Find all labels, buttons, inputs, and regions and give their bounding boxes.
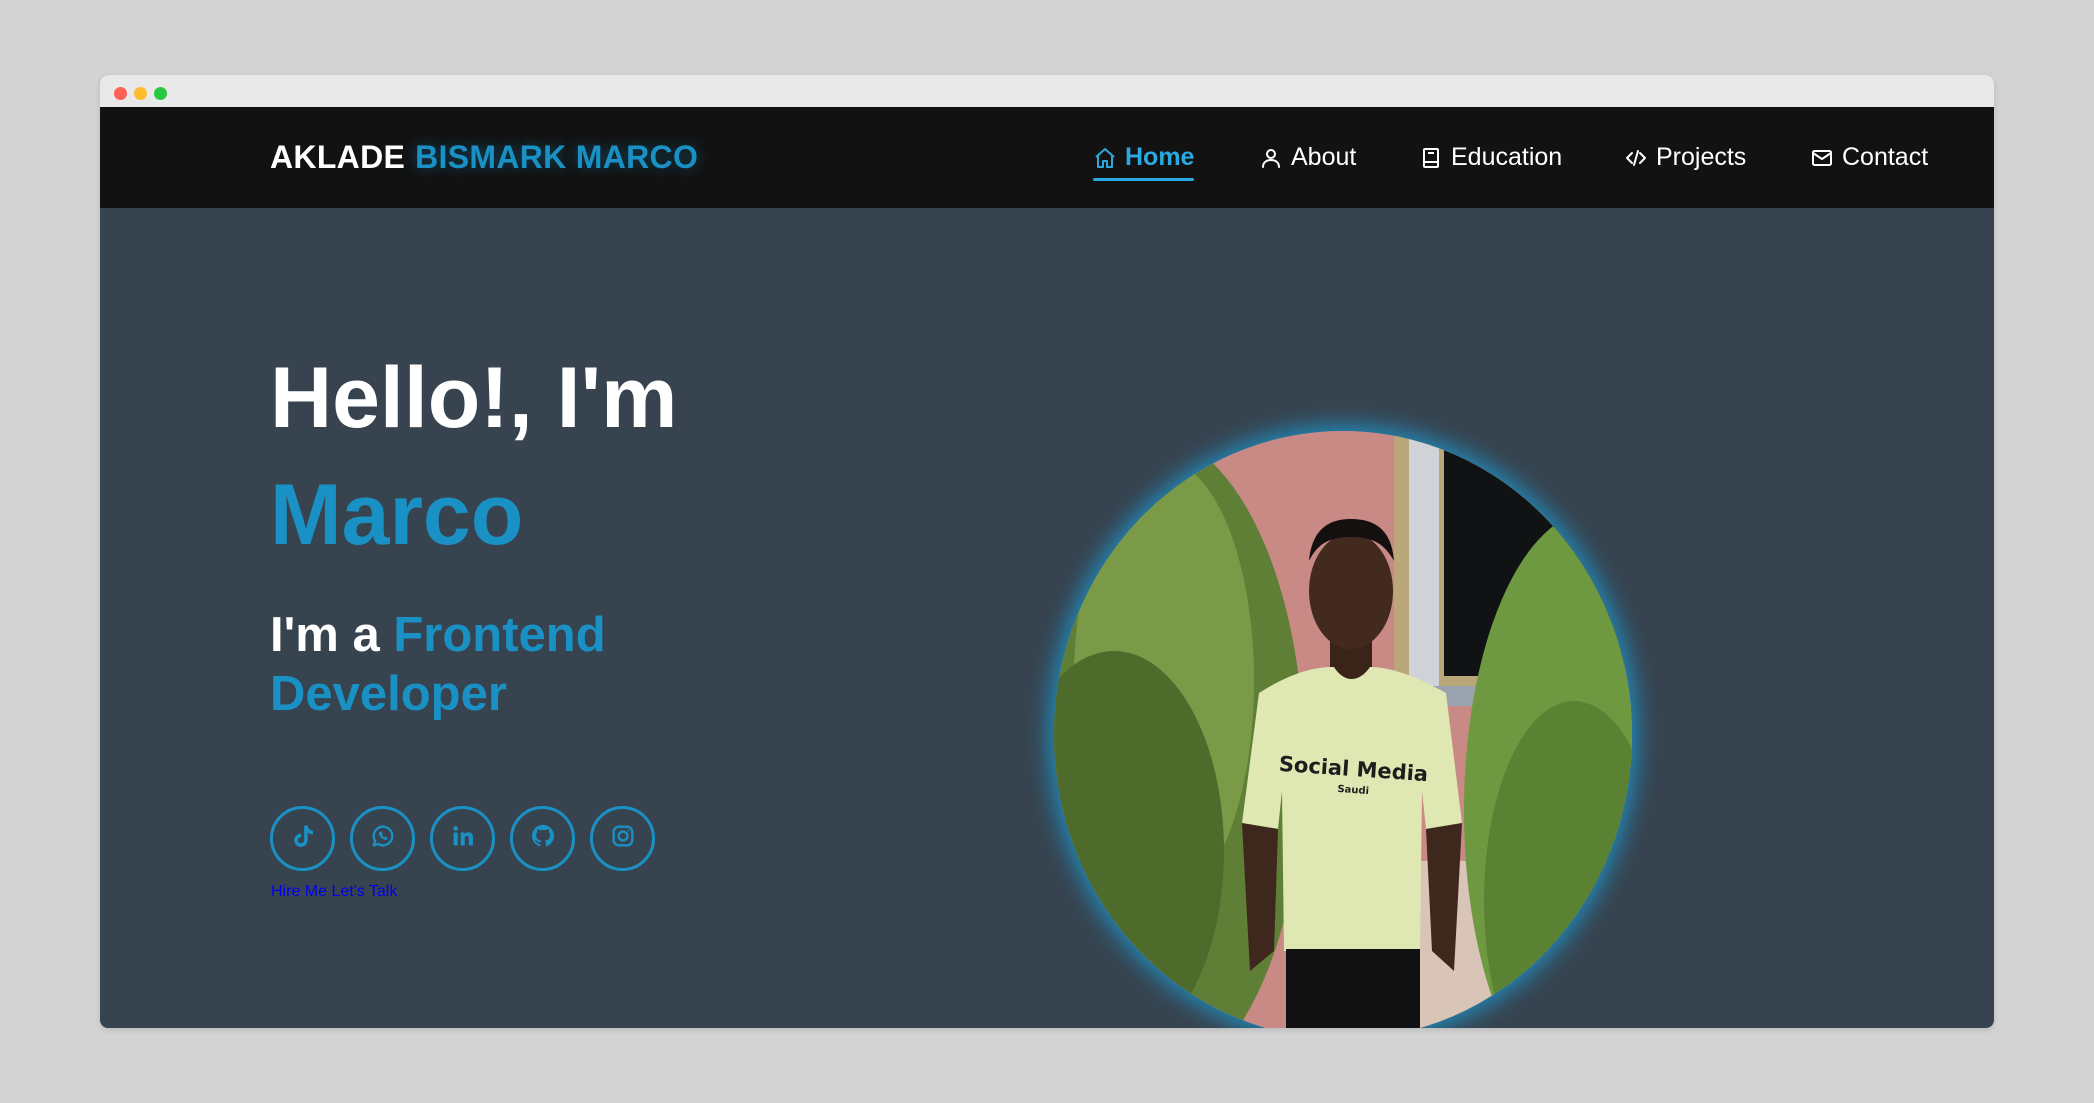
nav-label-home: Home (1125, 143, 1195, 171)
github-link[interactable] (510, 806, 575, 871)
nav-label-projects: Projects (1656, 143, 1747, 171)
window-titlebar (100, 75, 1994, 107)
nav-item-home[interactable]: Home (1093, 107, 1195, 208)
hero-greeting: Hello!, I'm (270, 350, 678, 446)
maximize-window-button[interactable] (154, 87, 167, 100)
home-icon (1093, 146, 1117, 170)
user-icon (1259, 146, 1283, 170)
browser-window: AKLADE BISMARK MARCO Home About Educatio… (100, 75, 1994, 1028)
close-window-button[interactable] (114, 87, 127, 100)
profile-photo: Social Media Saudi (1054, 431, 1632, 1028)
linkedin-icon (449, 822, 477, 855)
tiktok-icon (289, 822, 317, 855)
nav-item-contact[interactable]: Contact (1810, 107, 1928, 208)
profile-photo-illustration: Social Media Saudi (1054, 431, 1632, 1028)
nav-item-projects[interactable]: Projects (1624, 107, 1746, 208)
whatsapp-link[interactable] (350, 806, 415, 871)
mail-icon (1810, 146, 1834, 170)
nav-label-about: About (1291, 143, 1357, 171)
navbar: AKLADE BISMARK MARCO Home About Educatio… (100, 107, 1994, 208)
hero-name: Marco (270, 467, 524, 563)
nav-item-about[interactable]: About (1259, 107, 1356, 208)
shirt-subtext: Saudi (1337, 784, 1369, 797)
github-icon (529, 822, 557, 855)
hire-me-link[interactable]: Hire Me Let's Talk (271, 883, 397, 901)
nav-label-contact: Contact (1842, 143, 1929, 171)
instagram-icon (609, 822, 637, 855)
instagram-link[interactable] (590, 806, 655, 871)
linkedin-link[interactable] (430, 806, 495, 871)
whatsapp-icon (369, 822, 397, 855)
hero-role: I'm a Frontend Developer (270, 606, 690, 724)
hero-section: Hello!, I'm Marco I'm a Frontend Develop… (100, 208, 1994, 1028)
nav-label-education: Education (1451, 143, 1563, 171)
minimize-window-button[interactable] (134, 87, 147, 100)
book-icon (1419, 146, 1443, 170)
nav-item-education[interactable]: Education (1419, 107, 1562, 208)
role-prefix: I'm a (270, 608, 380, 662)
code-icon (1624, 146, 1648, 170)
nav-links: Home About Education Projects Contact (100, 107, 1994, 208)
tiktok-link[interactable] (270, 806, 335, 871)
